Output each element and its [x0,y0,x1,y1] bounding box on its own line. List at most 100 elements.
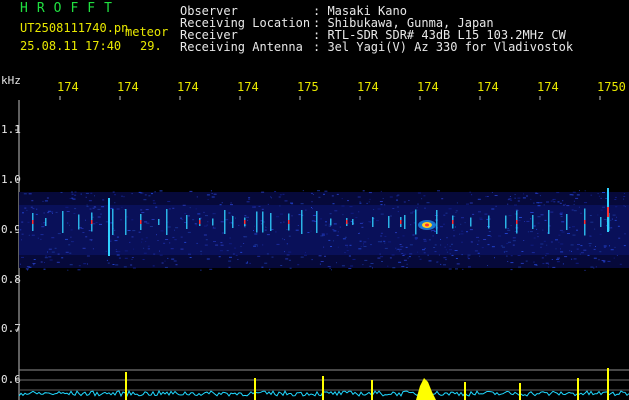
noise-speck [615,206,617,208]
noise-speck [567,233,570,234]
noise-speck [537,233,539,234]
noise-speck [90,192,93,194]
noise-speck [510,269,513,271]
noise-speck [466,231,468,233]
noise-speck [329,267,331,269]
noise-speck [297,225,299,226]
noise-speck [416,207,418,208]
noise-speck [249,262,251,264]
noise-speck [311,208,313,210]
noise-speck [262,244,264,246]
noise-speck [246,201,250,203]
noise-speck [510,199,513,201]
noise-speck [288,251,292,253]
noise-speck [599,233,602,235]
noise-speck [328,223,330,225]
noise-speck [423,252,426,254]
noise-speck [440,244,442,246]
noise-speck [304,254,307,256]
noise-speck [123,266,127,268]
noise-speck [619,263,622,265]
noise-speck [572,226,575,228]
noise-speck [395,247,397,249]
noise-speck [526,220,530,222]
noise-speck [307,232,310,233]
echo-line [125,209,127,235]
noise-speck [589,215,592,216]
noise-speck [333,240,334,242]
noise-speck [407,257,409,259]
noise-speck [57,253,60,255]
noise-speck [461,254,463,256]
noise-speck [312,215,316,216]
noise-speck [248,198,251,200]
noise-speck [603,245,607,247]
noise-speck [337,231,339,233]
noise-speck [235,217,236,219]
noise-speck [70,229,73,231]
noise-speck [558,241,560,243]
noise-speck [131,193,133,195]
noise-speck [141,241,143,243]
noise-speck [207,199,209,200]
noise-speck [520,262,524,264]
noise-speck [552,199,554,201]
noise-speck [430,230,432,232]
noise-speck [384,235,387,237]
noise-speck [170,248,174,250]
noise-speck [566,205,570,207]
noise-speck [398,261,402,263]
noise-speck [360,246,362,247]
noise-speck [598,259,600,261]
noise-speck [570,244,574,246]
noise-speck [172,207,175,209]
noise-speck [240,251,243,253]
noise-speck [556,192,560,194]
noise-speck [387,265,389,267]
noise-speck [349,244,352,246]
noise-speck [468,266,471,268]
noise-speck [448,208,452,210]
noise-speck [142,192,144,194]
noise-speck [355,217,358,219]
noise-speck [389,257,392,259]
noise-speck [348,255,351,257]
noise-speck [71,193,74,195]
echo-line [256,211,258,233]
noise-speck [506,255,508,257]
echo-line [62,211,64,233]
noise-speck [380,204,383,206]
noise-speck [453,229,455,231]
noise-speck [321,233,325,235]
noise-speck [154,191,156,193]
noise-speck [204,244,208,246]
noise-speck [495,205,497,207]
noise-speck [230,202,232,204]
echo-line [158,219,160,225]
echo-line [532,215,534,229]
noise-speck [347,200,349,202]
noise-speck [537,222,540,224]
noise-speck [517,197,521,199]
noise-speck [302,190,304,192]
noise-speck [403,253,407,255]
noise-speck [357,196,361,198]
noise-speck [228,212,231,214]
noise-speck [540,214,544,216]
noise-speck [143,252,147,254]
noise-speck [623,193,625,194]
noise-speck [69,224,70,226]
noise-speck [575,197,579,199]
noise-speck [270,196,272,198]
noise-speck [131,219,134,221]
noise-speck [583,249,587,251]
noise-speck [271,256,274,258]
noise-speck [120,219,122,221]
noise-speck [168,208,171,210]
noise-speck [547,266,549,268]
noise-speck [82,247,86,249]
noise-speck [138,191,141,193]
noise-speck [43,268,46,270]
echo-line [352,219,354,225]
noise-speck [455,211,457,213]
